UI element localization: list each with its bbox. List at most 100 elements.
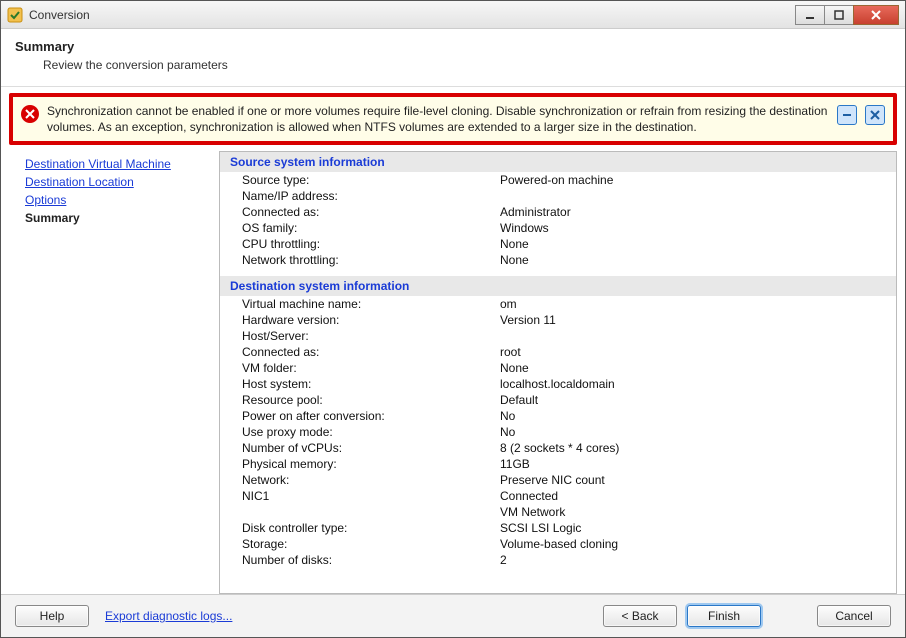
table-row: Host/Server: [220,328,896,344]
collapse-error-button[interactable] [837,105,857,125]
row-label: Connected as: [220,204,490,220]
row-label [220,504,490,520]
row-value [490,328,896,344]
row-label: Power on after conversion: [220,408,490,424]
row-value: None [490,236,896,252]
table-row: VM folder:None [220,360,896,376]
row-label: OS family: [220,220,490,236]
error-icon [21,105,39,123]
row-value: No [490,408,896,424]
row-label: NIC1 [220,488,490,504]
row-label: Physical memory: [220,456,490,472]
row-value: Administrator [490,204,896,220]
error-message: Synchronization cannot be enabled if one… [47,103,829,135]
row-label: Number of disks: [220,552,490,568]
table-row: NIC1Connected [220,488,896,504]
help-button[interactable]: Help [15,605,89,627]
table-row: Disk controller type:SCSI LSI Logic [220,520,896,536]
row-value: Default [490,392,896,408]
row-value [490,188,896,204]
finish-button[interactable]: Finish [687,605,761,627]
window-controls [796,5,899,25]
row-label: Use proxy mode: [220,424,490,440]
row-label: Connected as: [220,344,490,360]
error-banner: Synchronization cannot be enabled if one… [9,93,897,145]
table-row: Name/IP address: [220,188,896,204]
row-label: Storage: [220,536,490,552]
page-title: Summary [15,39,891,54]
sidebar-item-options[interactable]: Options [25,191,213,209]
row-label: Virtual machine name: [220,296,490,312]
row-label: Disk controller type: [220,520,490,536]
row-value: root [490,344,896,360]
summary-panel[interactable]: Source system informationSource type:Pow… [219,151,897,594]
row-value: Windows [490,220,896,236]
cancel-button[interactable]: Cancel [817,605,891,627]
export-logs-link[interactable]: Export diagnostic logs... [105,609,232,623]
sidebar-item-dest-vm[interactable]: Destination Virtual Machine [25,155,213,173]
table-row: Host system:localhost.localdomain [220,376,896,392]
app-icon [7,7,23,23]
row-value: None [490,252,896,268]
summary-table: Source type:Powered-on machineName/IP ad… [220,172,896,268]
row-value: Preserve NIC count [490,472,896,488]
row-label: Host system: [220,376,490,392]
table-row: Resource pool:Default [220,392,896,408]
table-row: Storage:Volume-based cloning [220,536,896,552]
page-subtitle: Review the conversion parameters [43,58,891,72]
summary-table: Virtual machine name:omHardware version:… [220,296,896,568]
row-value: Powered-on machine [490,172,896,188]
error-actions [837,105,885,125]
table-row: Connected as:Administrator [220,204,896,220]
row-label: Source type: [220,172,490,188]
row-value: SCSI LSI Logic [490,520,896,536]
row-value: 8 (2 sockets * 4 cores) [490,440,896,456]
table-row: OS family:Windows [220,220,896,236]
row-label: Hardware version: [220,312,490,328]
row-value: 11GB [490,456,896,472]
dismiss-error-button[interactable] [865,105,885,125]
table-row: Virtual machine name:om [220,296,896,312]
table-row: Network throttling:None [220,252,896,268]
table-row: Connected as:root [220,344,896,360]
back-button[interactable]: < Back [603,605,677,627]
row-label: CPU throttling: [220,236,490,252]
row-value: VM Network [490,504,896,520]
row-value: om [490,296,896,312]
row-value: 2 [490,552,896,568]
sidebar-item-dest-location[interactable]: Destination Location [25,173,213,191]
wizard-steps-sidebar: Destination Virtual Machine Destination … [9,151,219,594]
row-value: localhost.localdomain [490,376,896,392]
conversion-window: Conversion Summary Review the conversion… [0,0,906,638]
wizard-header: Summary Review the conversion parameters [1,29,905,87]
table-row: VM Network [220,504,896,520]
section-heading: Destination system information [220,276,896,296]
row-value: Volume-based cloning [490,536,896,552]
wizard-footer: Help Export diagnostic logs... < Back Fi… [1,594,905,637]
row-value: Connected [490,488,896,504]
row-label: Resource pool: [220,392,490,408]
window-title: Conversion [29,8,796,22]
table-row: Number of vCPUs:8 (2 sockets * 4 cores) [220,440,896,456]
table-row: Power on after conversion:No [220,408,896,424]
table-row: Hardware version:Version 11 [220,312,896,328]
row-label: Network: [220,472,490,488]
row-value: Version 11 [490,312,896,328]
minimize-button[interactable] [795,5,825,25]
maximize-button[interactable] [824,5,854,25]
row-value: No [490,424,896,440]
table-row: CPU throttling:None [220,236,896,252]
sidebar-item-summary[interactable]: Summary [25,209,213,227]
row-label: Host/Server: [220,328,490,344]
close-button[interactable] [853,5,899,25]
wizard-body: Destination Virtual Machine Destination … [1,151,905,594]
titlebar: Conversion [1,1,905,29]
table-row: Use proxy mode:No [220,424,896,440]
row-value: None [490,360,896,376]
section-heading: Source system information [220,152,896,172]
table-row: Network:Preserve NIC count [220,472,896,488]
row-label: Network throttling: [220,252,490,268]
table-row: Physical memory:11GB [220,456,896,472]
table-row: Number of disks:2 [220,552,896,568]
row-label: Name/IP address: [220,188,490,204]
